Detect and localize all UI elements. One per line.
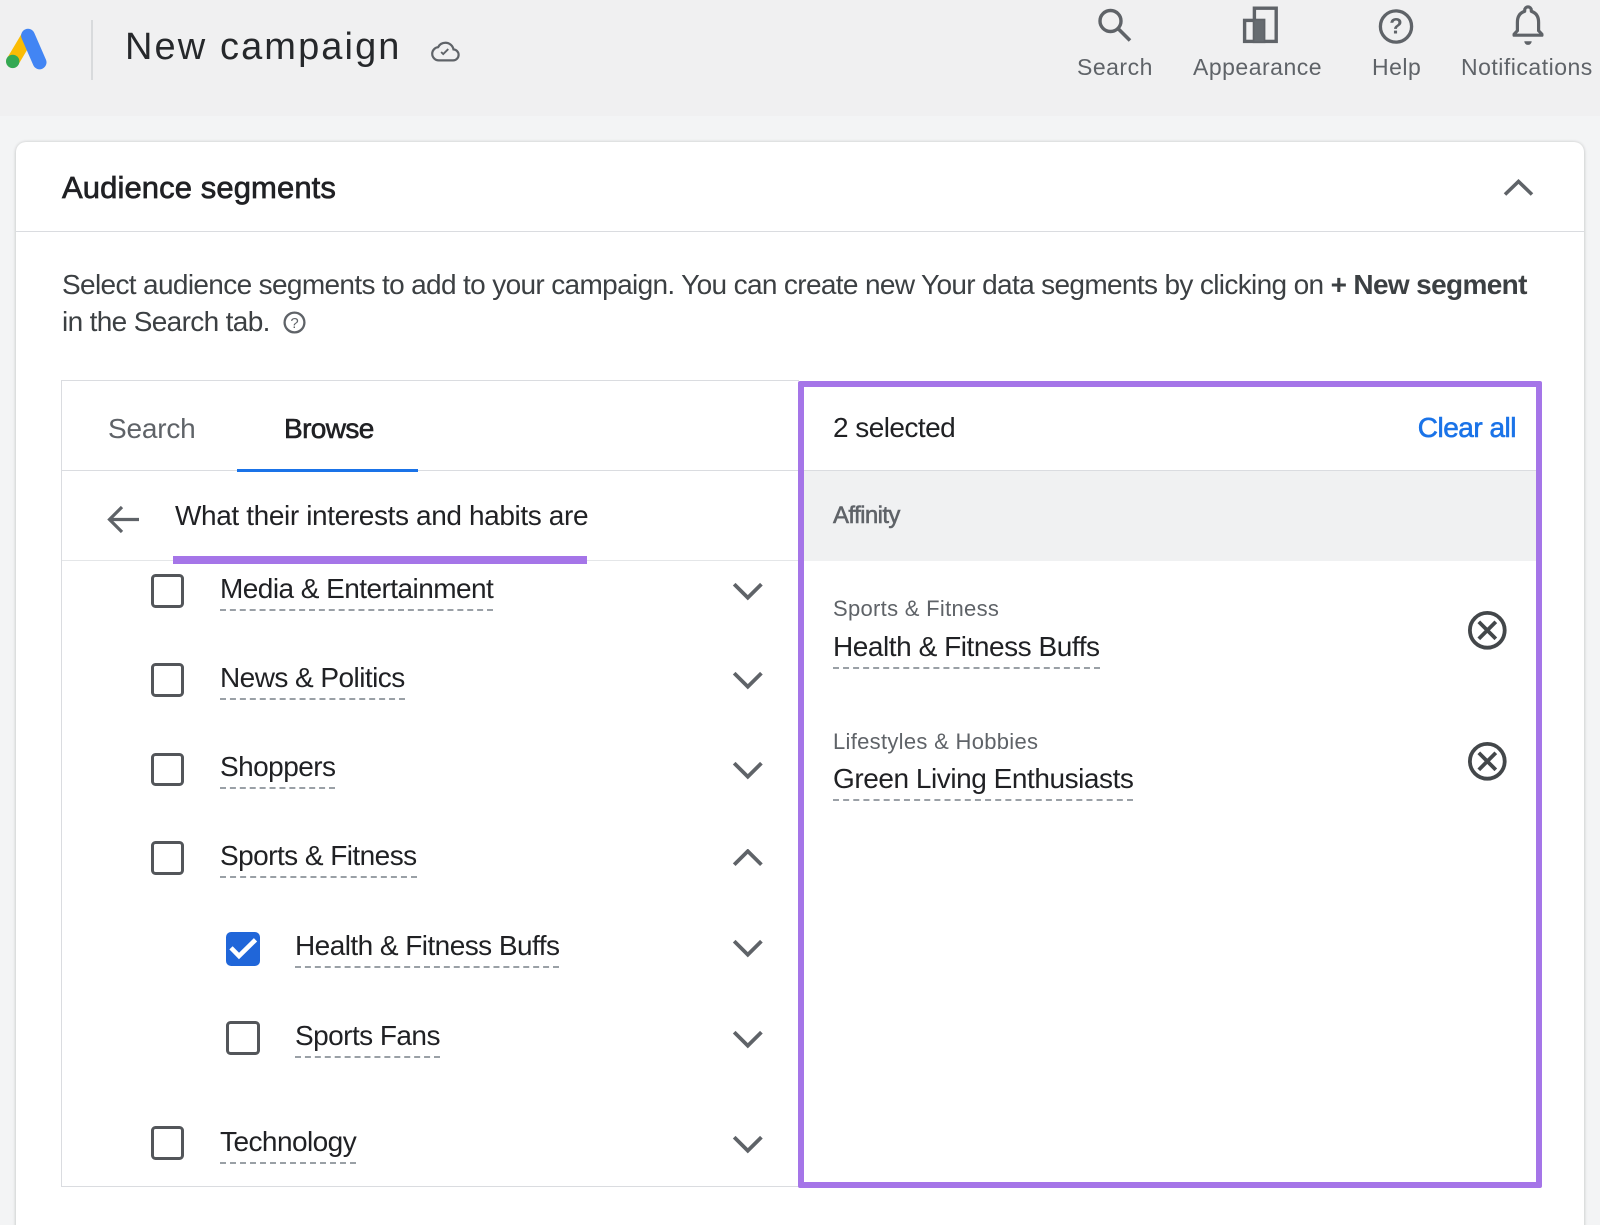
- svg-text:?: ?: [290, 315, 298, 332]
- svg-text:?: ?: [1389, 14, 1402, 39]
